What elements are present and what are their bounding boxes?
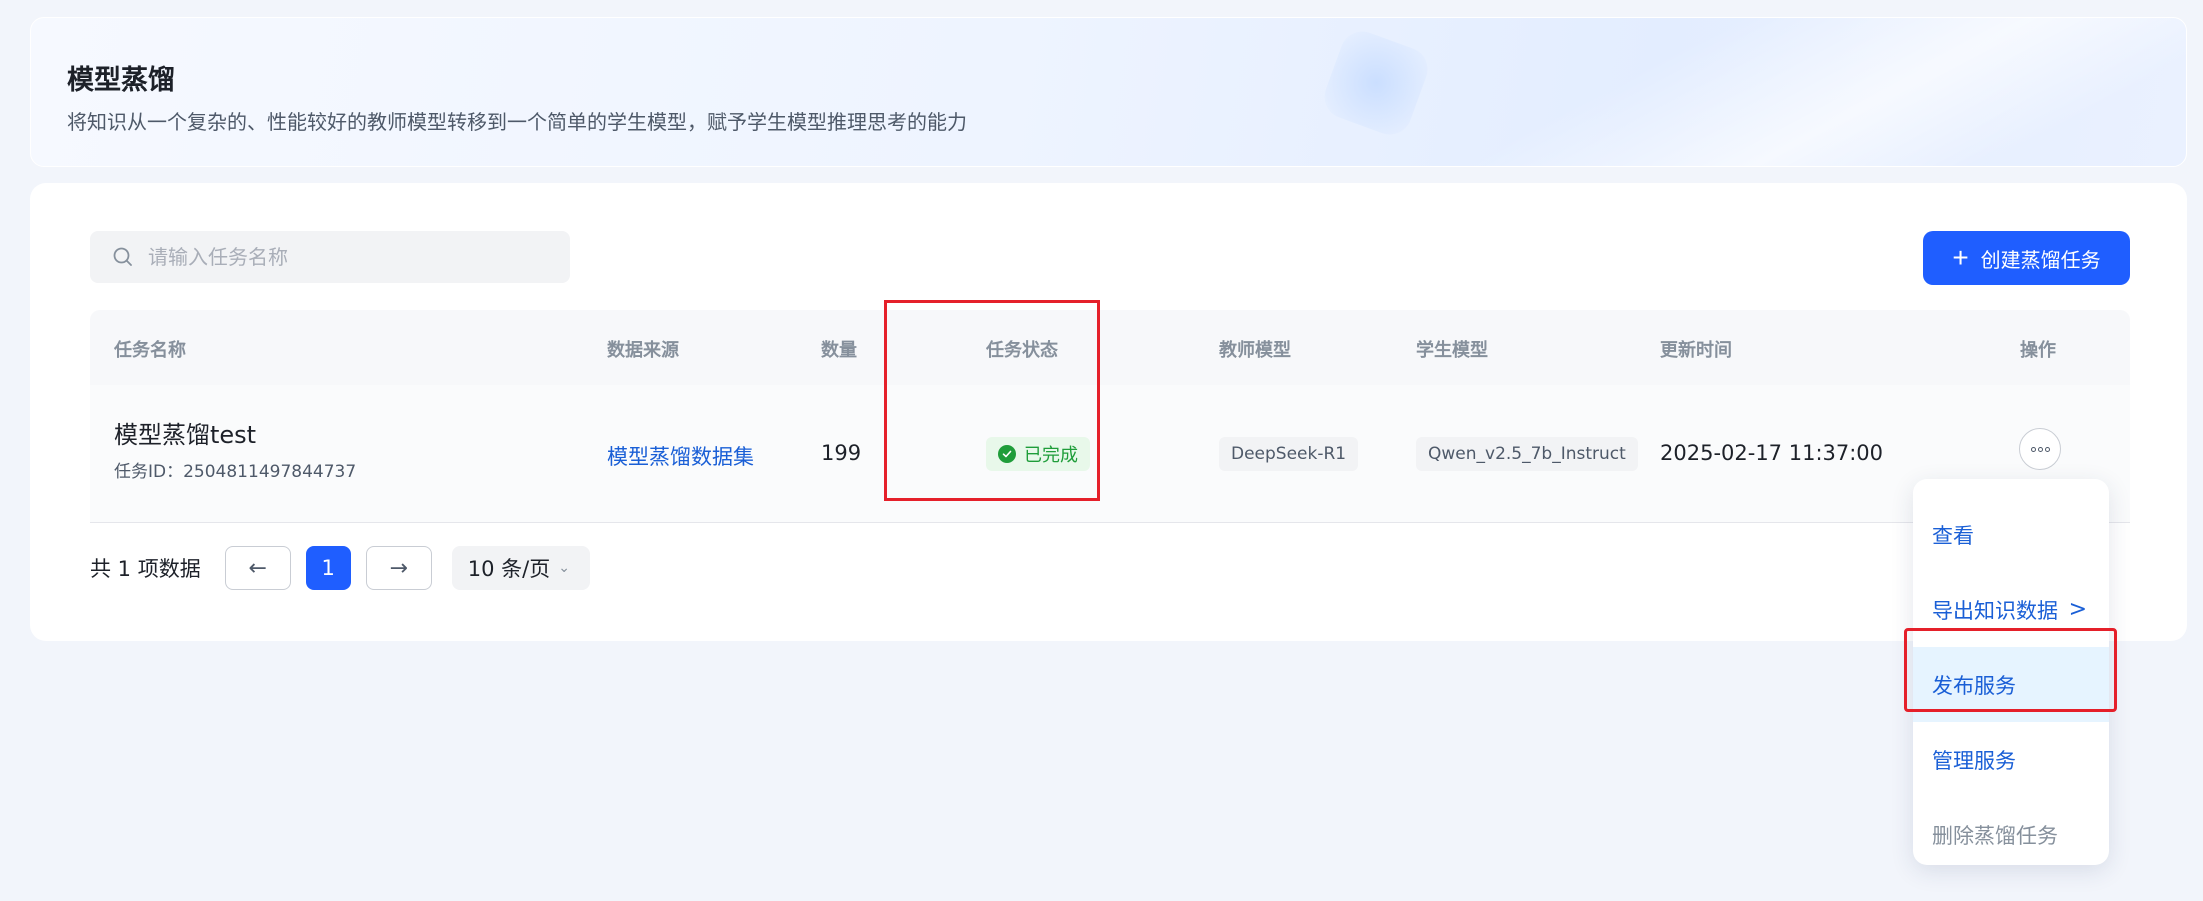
- menu-item-view[interactable]: 查看: [1913, 497, 2109, 572]
- next-page-button[interactable]: →: [365, 546, 432, 590]
- table-header: 任务名称 数据来源 数量 任务状态 教师模型 学生模型 更新时间 操作: [90, 310, 2130, 385]
- table-row: 模型蒸馏test 任务ID：2504811497844737 模型蒸馏数据集 1…: [90, 385, 2130, 523]
- page-size-select[interactable]: 10 条/页 ⌄: [451, 546, 590, 590]
- more-dot-icon: [2044, 446, 2050, 452]
- page-number-button[interactable]: 1: [305, 546, 351, 590]
- page: 模型蒸馏 将知识从一个复杂的、性能较好的教师模型转移到一个简单的学生模型，赋予学…: [0, 0, 2203, 901]
- data-source-link[interactable]: 模型蒸馏数据集: [607, 441, 754, 471]
- create-task-button[interactable]: + 创建蒸馏任务: [1923, 231, 2130, 285]
- column-header-updated: 更新时间: [1660, 340, 1732, 361]
- menu-item-export-knowledge[interactable]: 导出知识数据 >: [1913, 572, 2109, 647]
- menu-item-publish-service[interactable]: 发布服务: [1913, 647, 2109, 722]
- menu-item-label: 发布服务: [1932, 673, 2016, 698]
- column-header-source: 数据来源: [607, 340, 679, 361]
- chevron-right-icon: >: [2068, 597, 2087, 622]
- task-list-card: + 创建蒸馏任务 任务名称 数据来源 数量 任务状态 教师模型 学生模型 更新时…: [30, 183, 2187, 641]
- page-subtitle: 将知识从一个复杂的、性能较好的教师模型转移到一个简单的学生模型，赋予学生模型推理…: [67, 110, 967, 134]
- chevron-down-icon: ⌄: [558, 560, 570, 576]
- menu-item-label: 管理服务: [1932, 748, 2016, 773]
- column-header-teacher: 教师模型: [1219, 340, 1291, 361]
- more-dot-icon: [2030, 446, 2036, 452]
- student-model-tag: Qwen_v2.5_7b_Instruct: [1416, 437, 1638, 471]
- banner-decoration-light: [1377, 18, 2186, 166]
- check-circle-icon: [998, 445, 1016, 463]
- task-table: 任务名称 数据来源 数量 任务状态 教师模型 学生模型 更新时间 操作 模型蒸馏…: [90, 310, 2130, 523]
- menu-item-label: 查看: [1932, 523, 1974, 548]
- pagination: 共 1 项数据 ← 1 → 10 条/页 ⌄: [90, 545, 590, 591]
- menu-item-label: 删除蒸馏任务: [1932, 823, 2058, 848]
- more-actions-button[interactable]: [2019, 428, 2061, 470]
- column-header-name: 任务名称: [114, 340, 186, 361]
- column-header-student: 学生模型: [1416, 340, 1488, 361]
- teacher-model-tag: DeepSeek-R1: [1219, 437, 1359, 471]
- create-task-label: 创建蒸馏任务: [1980, 249, 2101, 272]
- actions-dropdown-menu: 查看 导出知识数据 > 发布服务 管理服务 删除蒸馏任务: [1913, 479, 2109, 865]
- task-name: 模型蒸馏test: [114, 421, 257, 449]
- page-size-label: 10 条/页: [467, 557, 551, 581]
- column-header-status: 任务状态: [986, 340, 1058, 361]
- column-header-actions: 操作: [2020, 340, 2056, 361]
- search-box[interactable]: [90, 231, 570, 283]
- status-badge: 已完成: [986, 437, 1090, 471]
- plus-icon: +: [1952, 242, 1969, 273]
- update-time: 2025-02-17 11:37:00: [1660, 441, 1884, 465]
- search-input[interactable]: [148, 245, 548, 269]
- total-count: 共 1 项数据: [90, 557, 201, 581]
- menu-item-label: 导出知识数据: [1932, 598, 2058, 623]
- search-icon: [113, 247, 132, 266]
- column-header-count: 数量: [821, 340, 857, 361]
- menu-item-delete-task[interactable]: 删除蒸馏任务: [1913, 797, 2109, 872]
- more-dot-icon: [2037, 446, 2043, 452]
- data-count: 199: [821, 441, 862, 465]
- menu-item-manage-service[interactable]: 管理服务: [1913, 722, 2109, 797]
- page-title: 模型蒸馏: [67, 65, 175, 96]
- task-id: 任务ID：2504811497844737: [114, 462, 357, 482]
- status-text: 已完成: [1024, 445, 1078, 466]
- prev-page-button[interactable]: ←: [224, 546, 291, 590]
- header-banner: 模型蒸馏 将知识从一个复杂的、性能较好的教师模型转移到一个简单的学生模型，赋予学…: [30, 17, 2187, 167]
